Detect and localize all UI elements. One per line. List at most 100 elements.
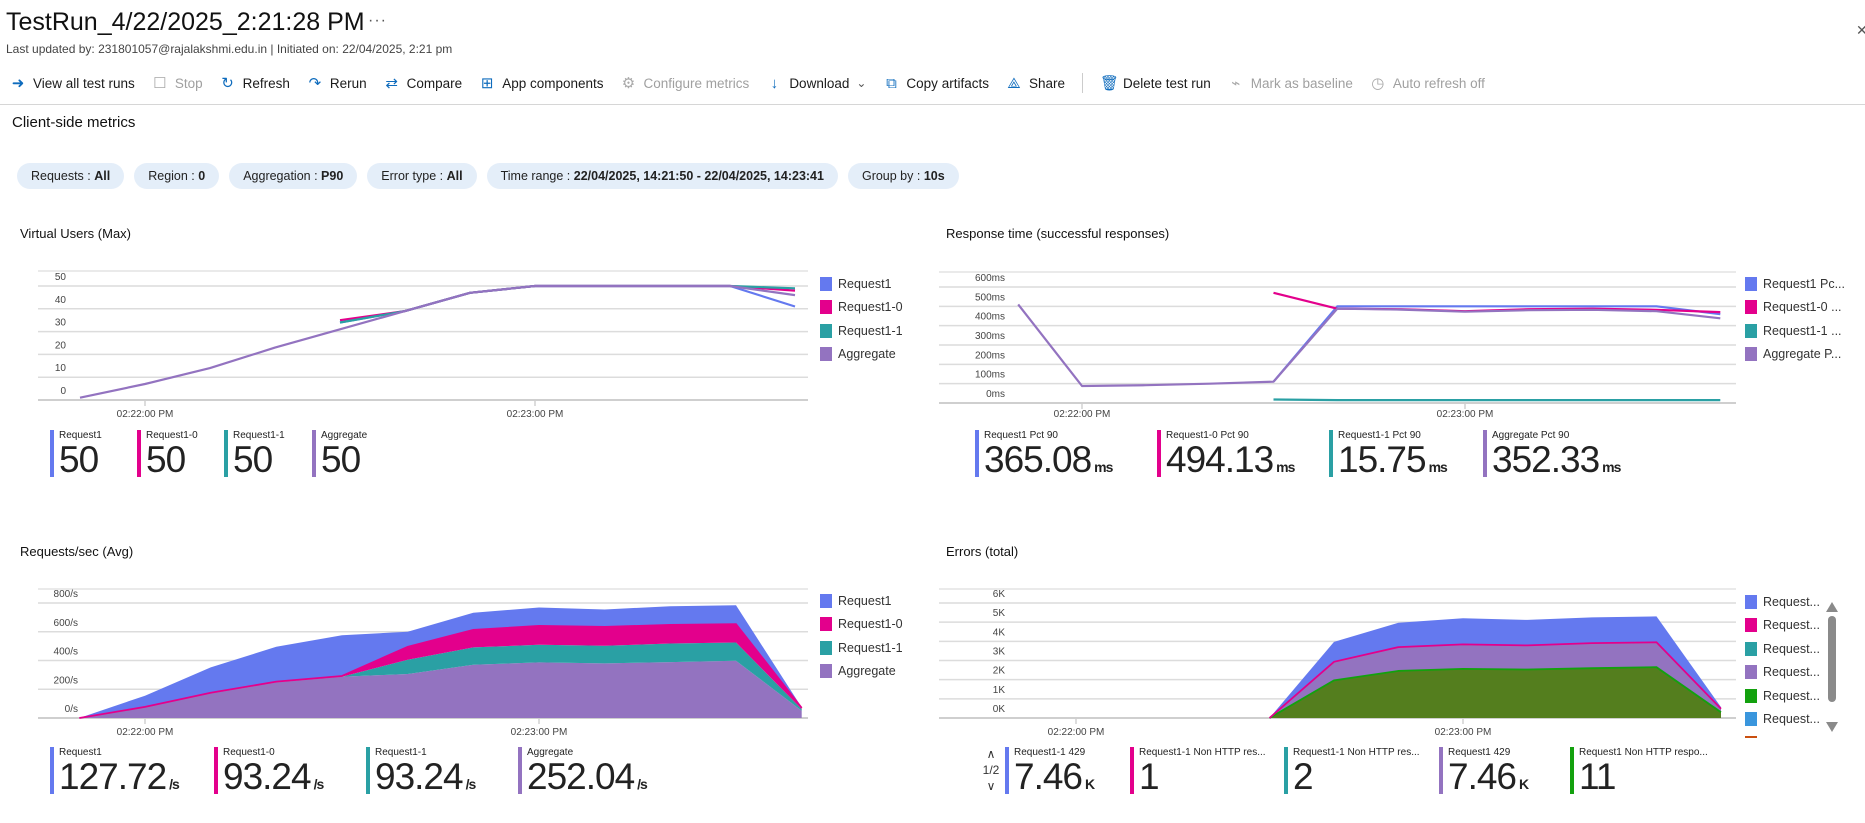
legend-label: Request... xyxy=(1763,688,1820,703)
legend-label: Request1-0 ... xyxy=(1763,300,1842,315)
legend-item[interactable]: Request... xyxy=(1745,731,1820,738)
y-tick-label: 200ms xyxy=(975,350,1005,361)
filter-value: 22/04/2025, 14:21:50 - 22/04/2025, 14:23… xyxy=(573,169,824,183)
stat-value: 50 xyxy=(146,439,186,480)
y-tick-label: 1K xyxy=(993,685,1006,696)
legend-label: Aggregate xyxy=(838,664,896,679)
configure-metrics-button[interactable]: ⚙ Configure metrics xyxy=(621,74,750,92)
stat-value: 50 xyxy=(59,439,99,480)
legend-item[interactable]: Request1 Pc... xyxy=(1745,272,1845,296)
stat-value: 252.04 xyxy=(527,756,635,797)
filter-pill[interactable]: Region : 0 xyxy=(134,163,220,189)
x-tick-label: 02:22:00 PM xyxy=(1048,727,1105,738)
errors-legend-scrollbar[interactable] xyxy=(1824,600,1840,738)
legend-item[interactable]: Request1-0 xyxy=(820,613,903,637)
legend-item[interactable]: Aggregate xyxy=(820,660,903,684)
toolbar-separator xyxy=(1081,73,1083,93)
stop-button[interactable]: ☐ Stop xyxy=(152,74,203,92)
legend-label: Request1-1 xyxy=(838,640,903,655)
legend-item[interactable]: Request1-1 xyxy=(820,636,903,660)
pager-up-button[interactable]: ∧ xyxy=(982,746,1000,762)
copy-artifacts-button[interactable]: ⧉ Copy artifacts xyxy=(883,75,989,92)
legend-item[interactable]: Request1 xyxy=(820,589,903,613)
y-tick-label: 2K xyxy=(993,666,1006,677)
legend-swatch xyxy=(820,664,832,679)
legend-swatch xyxy=(1745,665,1757,680)
legend-item[interactable]: Request... xyxy=(1745,708,1820,732)
toolbar-label: Copy artifacts xyxy=(906,75,989,91)
errors-title: Errors (total) xyxy=(946,544,1019,559)
section-title: Client-side metrics xyxy=(12,114,136,131)
requests-per-sec-stats: Request1 127.72/s Request1-0 93.24/s Request… xyxy=(50,747,668,797)
legend-item[interactable]: Aggregate xyxy=(820,343,903,367)
legend-swatch xyxy=(1745,712,1757,727)
y-tick-label: 600ms xyxy=(975,273,1005,284)
legend-swatch xyxy=(820,640,832,655)
legend-label: Request... xyxy=(1763,618,1820,633)
series-line-request1-0 xyxy=(339,284,796,322)
stat-value-row: 50 xyxy=(146,439,224,485)
series-line-request1-1-pct-90 xyxy=(1273,398,1721,402)
y-tick-label: 30 xyxy=(55,318,67,329)
refresh-button[interactable]: ↻ Refresh xyxy=(220,74,290,92)
more-options-button[interactable]: ··· xyxy=(368,12,387,30)
stat-value-row: 7.46 K xyxy=(1014,758,1130,802)
stat-value: 50 xyxy=(233,439,273,480)
y-tick-label: 400/s xyxy=(54,647,78,658)
stat-tile: Request1 Non HTTP respo... 11 xyxy=(1570,747,1720,795)
share-button[interactable]: ⟁ Share xyxy=(1006,75,1065,92)
toolbar-label: Mark as baseline xyxy=(1250,75,1353,91)
stat-value-row: 11 xyxy=(1579,758,1720,802)
legend-swatch xyxy=(1745,347,1757,362)
stat-value-row: 50 xyxy=(233,439,312,485)
legend-item[interactable]: Request... xyxy=(1745,614,1820,638)
x-tick-label: 02:23:00 PM xyxy=(507,409,564,420)
mark-as-baseline-button[interactable]: ⌁ Mark as baseline xyxy=(1228,74,1353,92)
legend-label: Request... xyxy=(1763,665,1820,680)
chart-1: 0ms 100ms 200ms 300ms 400ms 500ms 600ms 02:22:0… xyxy=(939,271,1736,420)
stat-tile: Request1 50 xyxy=(50,430,137,480)
legend-item[interactable]: Request... xyxy=(1745,590,1820,614)
filter-key: Time range : xyxy=(500,169,574,183)
app-components-button[interactable]: ⊞ App components xyxy=(479,74,604,92)
stat-tile: Request1-0 50 xyxy=(137,430,224,478)
legend-item[interactable]: Request1-0 xyxy=(820,296,903,320)
download-button[interactable]: ↓ Download ⌄ xyxy=(766,75,867,92)
legend-item[interactable]: Request... xyxy=(1745,661,1820,685)
legend-item[interactable]: Aggregate P... xyxy=(1745,343,1845,367)
response-time-stats: Request1 Pct 90 365.08 ms Request1-0 Pct 90… xyxy=(975,430,1633,480)
legend-item[interactable]: Request1-0 ... xyxy=(1745,296,1845,320)
legend-label: Aggregate P... xyxy=(1763,347,1842,362)
filter-pill[interactable]: Requests : All xyxy=(17,163,125,189)
filter-pill[interactable]: Group by : 10s xyxy=(847,163,959,189)
toolbar-label: Refresh xyxy=(242,75,290,91)
stat-value: 352.33 xyxy=(1492,439,1600,480)
legend-item[interactable]: Request1-1 xyxy=(820,319,903,343)
view-all-test-runs-button[interactable]: ➜ View all test runs xyxy=(10,74,135,92)
stat-tile: Aggregate Pct 90 352.33 ms xyxy=(1483,430,1633,480)
legend-item[interactable]: Request1-1 ... xyxy=(1745,319,1845,343)
requests-per-sec-legend: Request1 Request1-0 Request1-1 Aggregate xyxy=(820,589,903,683)
y-tick-label: 4K xyxy=(993,627,1006,638)
compare-button[interactable]: ⇄ Compare xyxy=(384,74,462,92)
legend-item[interactable]: Request... xyxy=(1745,684,1820,708)
auto-refresh-off-button[interactable]: ◷ Auto refresh off xyxy=(1370,74,1485,92)
filter-pill[interactable]: Time range : 22/04/2025, 14:21:50 - 22/0… xyxy=(486,163,838,189)
app-components-icon: ⊞ xyxy=(480,75,494,92)
toolbar-label: View all test runs xyxy=(33,75,135,91)
pager-label: 1/2 xyxy=(982,763,1000,777)
legend-item[interactable]: Request1 xyxy=(820,272,903,296)
filter-pill[interactable]: Error type : All xyxy=(367,163,477,189)
legend-label: Request1-1 ... xyxy=(1763,323,1842,338)
close-button[interactable]: ✕ xyxy=(1856,22,1865,39)
pager-down-button[interactable]: ∨ xyxy=(982,778,1000,794)
filter-pill[interactable]: Aggregation : P90 xyxy=(229,163,358,189)
legend-item[interactable]: Request... xyxy=(1745,637,1820,661)
y-tick-label: 10 xyxy=(55,363,67,374)
y-tick-label: 300ms xyxy=(975,331,1005,342)
stat-value-row: 2 xyxy=(1293,758,1439,802)
copy-icon: ⧉ xyxy=(886,74,897,92)
delete-test-run-button[interactable]: 🗑 Delete test run xyxy=(1100,74,1211,92)
legend-swatch xyxy=(820,347,832,362)
rerun-button[interactable]: ↷ Rerun xyxy=(307,74,367,92)
